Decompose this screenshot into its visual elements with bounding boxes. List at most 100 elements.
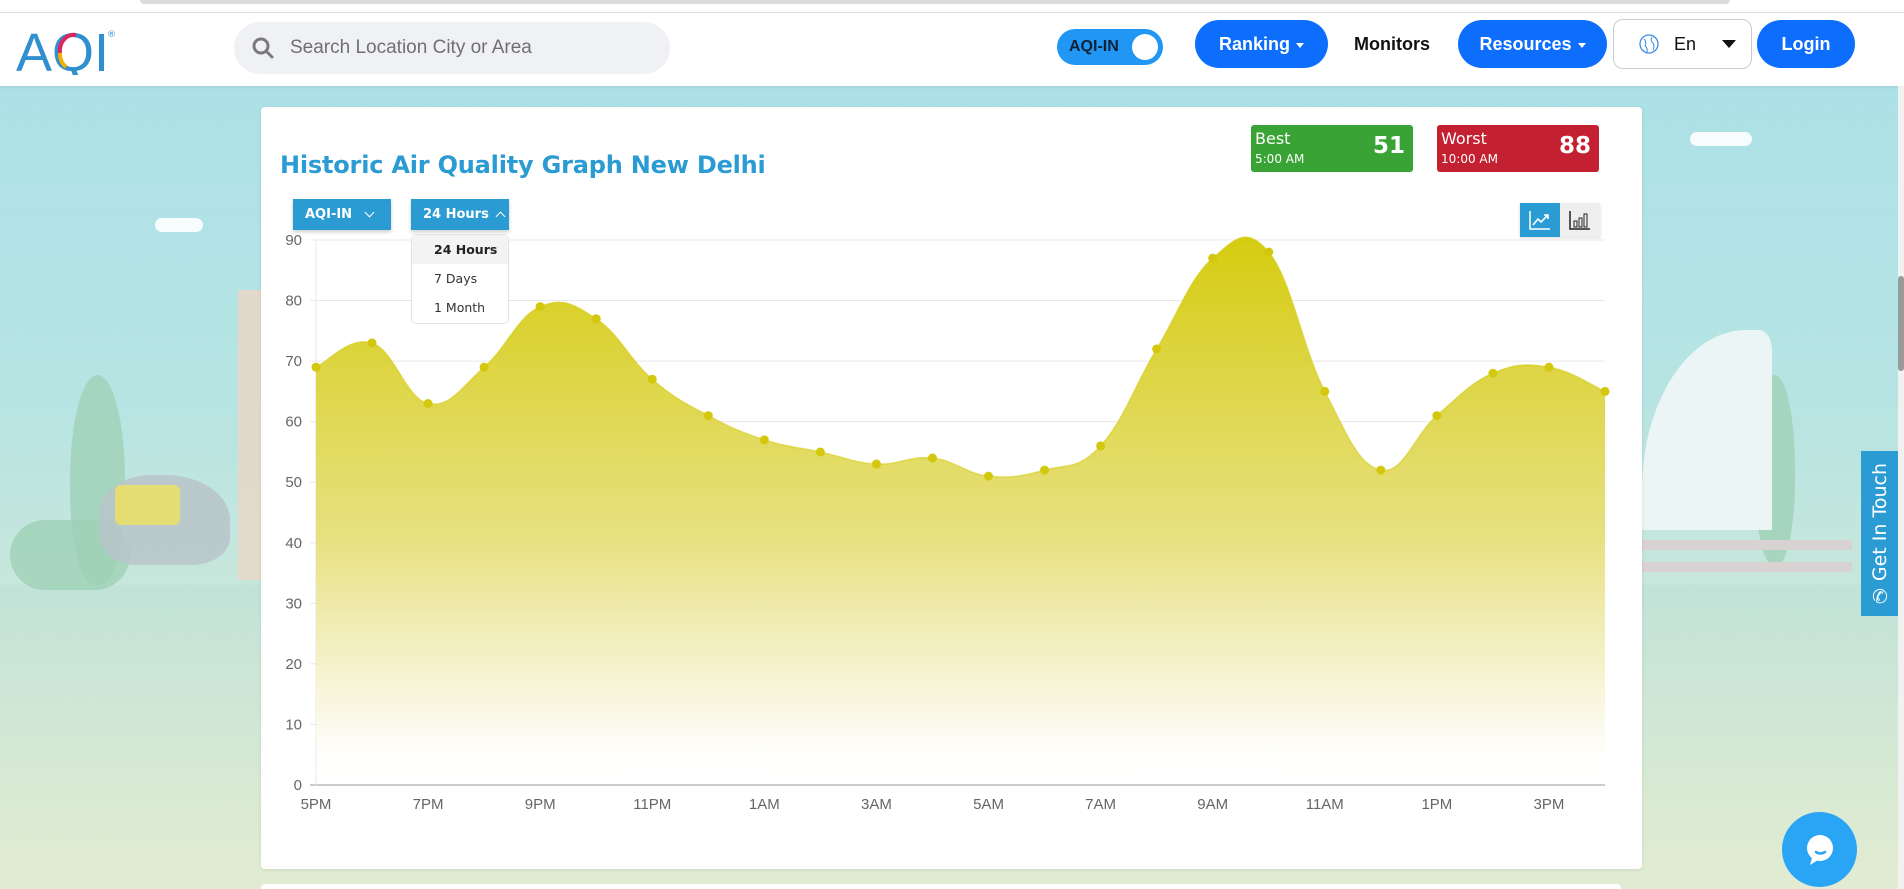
data-point-11AM xyxy=(1320,386,1330,396)
metric-select-label: AQI-IN xyxy=(305,207,353,222)
chevron-down-icon xyxy=(364,207,375,218)
svg-text:®: ® xyxy=(107,30,116,40)
y-tick-label: 20 xyxy=(285,656,302,673)
x-tick-label: 5AM xyxy=(973,796,1004,813)
data-point-10PM xyxy=(591,314,601,324)
y-tick-label: 60 xyxy=(285,414,302,431)
data-point-6AM xyxy=(1040,465,1050,475)
y-tick-label: 80 xyxy=(285,293,302,310)
data-point-1PM xyxy=(1432,411,1442,421)
opera-house-decoration xyxy=(1642,330,1772,530)
metric-select[interactable]: AQI-IN xyxy=(293,199,391,230)
best-stat-badge: Best 5:00 AM 51 xyxy=(1251,125,1413,172)
range-option-24-hours[interactable]: 24 Hours xyxy=(412,235,508,264)
login-button[interactable]: Login xyxy=(1757,20,1855,68)
aqi-standard-toggle[interactable]: AQI-IN xyxy=(1057,29,1163,65)
data-point-5AM xyxy=(984,471,994,481)
data-point-12AM xyxy=(703,411,713,421)
y-tick-label: 90 xyxy=(285,232,302,249)
range-select[interactable]: 24 Hours xyxy=(411,199,509,230)
get-in-touch-label: Get In Touch xyxy=(1868,462,1891,581)
x-tick-label: 9AM xyxy=(1197,796,1228,813)
data-point-7PM xyxy=(423,399,433,408)
data-point-3AM xyxy=(871,459,881,469)
y-tick-label: 30 xyxy=(285,595,302,612)
get-in-touch-tab[interactable]: ✆ Get In Touch xyxy=(1861,451,1898,616)
globe-icon xyxy=(1639,34,1659,54)
search-input[interactable] xyxy=(290,37,650,59)
x-tick-label: 1AM xyxy=(749,796,780,813)
search-bar[interactable] xyxy=(234,22,670,74)
login-label: Login xyxy=(1781,33,1831,54)
worst-time: 10:00 AM xyxy=(1441,152,1498,166)
language-selector[interactable]: En xyxy=(1613,19,1752,69)
x-tick-label: 7AM xyxy=(1085,796,1116,813)
monitors-link[interactable]: Monitors xyxy=(1354,20,1430,68)
language-label: En xyxy=(1674,33,1697,54)
worst-value: 88 xyxy=(1558,133,1591,159)
tower-decoration xyxy=(238,290,261,580)
range-dropdown-menu: 24 Hours 7 Days 1 Month xyxy=(411,234,509,324)
opera-base-decoration xyxy=(1642,540,1852,550)
y-tick-label: 0 xyxy=(294,777,302,794)
x-tick-label: 5PM xyxy=(301,796,332,813)
best-time: 5:00 AM xyxy=(1255,152,1305,166)
data-point-1AM xyxy=(759,435,769,445)
logo-text: AQI xyxy=(16,23,109,75)
data-point-4AM xyxy=(927,453,937,463)
aqi-logo[interactable]: AQI ® xyxy=(16,23,116,75)
caret-down-icon xyxy=(1722,40,1737,48)
x-tick-label: 3AM xyxy=(861,796,892,813)
data-point-6PM xyxy=(367,338,377,348)
ranking-label: Ranking xyxy=(1218,33,1290,54)
elephant-blanket-decoration xyxy=(115,485,180,525)
opera-base-decoration xyxy=(1642,562,1852,572)
worst-stat-badge: Worst 10:00 AM 88 xyxy=(1437,125,1599,172)
resources-button[interactable]: Resources xyxy=(1458,20,1607,68)
y-tick-label: 40 xyxy=(285,535,302,552)
y-tick-label: 50 xyxy=(285,474,302,491)
x-tick-label: 3PM xyxy=(1534,796,1565,813)
data-point-12PM xyxy=(1376,465,1386,475)
data-point-8AM xyxy=(1152,344,1162,354)
scrollbar-thumb[interactable] xyxy=(1898,276,1904,371)
data-point-3PM xyxy=(1544,362,1554,372)
cloud-decoration xyxy=(155,218,203,232)
data-point-8PM xyxy=(479,362,489,372)
card-title: Historic Air Quality Graph New Delhi xyxy=(280,151,766,179)
worst-label: Worst xyxy=(1441,129,1487,148)
data-point-10AM xyxy=(1264,247,1274,257)
chat-bubble-icon xyxy=(1806,834,1833,865)
toggle-knob xyxy=(1132,34,1158,60)
best-label: Best xyxy=(1255,129,1291,148)
x-tick-label: 11AM xyxy=(1306,796,1344,813)
site-header: AQI ® AQI-IN Ranking Monitors Resources … xyxy=(0,12,1904,86)
chevron-up-icon xyxy=(495,211,506,222)
page-scrollbar[interactable] xyxy=(1898,86,1904,889)
ranking-button[interactable]: Ranking xyxy=(1195,20,1328,68)
data-point-9AM xyxy=(1208,253,1218,263)
data-point-9PM xyxy=(535,302,545,312)
x-tick-label: 1PM xyxy=(1421,796,1452,813)
caret-down-icon xyxy=(1577,42,1586,48)
data-point-11PM xyxy=(647,374,657,384)
data-point-4PM xyxy=(1600,386,1610,396)
toggle-label: AQI-IN xyxy=(1069,38,1119,55)
top-strip xyxy=(0,0,1904,12)
cloud-decoration xyxy=(1690,132,1752,146)
chat-widget-button[interactable] xyxy=(1782,812,1857,887)
next-card xyxy=(261,884,1621,889)
data-point-7AM xyxy=(1096,441,1106,451)
caret-down-icon xyxy=(1296,42,1304,48)
data-point-2AM xyxy=(815,447,825,457)
phone-icon: ✆ xyxy=(1871,585,1888,608)
y-tick-label: 70 xyxy=(285,353,302,370)
range-option-1-month[interactable]: 1 Month xyxy=(412,293,508,322)
range-option-7-days[interactable]: 7 Days xyxy=(412,264,508,293)
monitors-label: Monitors xyxy=(1354,33,1430,54)
series-area-aqi-in xyxy=(316,237,1605,785)
x-tick-label: 9PM xyxy=(525,796,556,813)
best-value: 51 xyxy=(1372,133,1405,159)
resources-label: Resources xyxy=(1479,33,1572,54)
x-tick-label: 11PM xyxy=(633,796,671,813)
